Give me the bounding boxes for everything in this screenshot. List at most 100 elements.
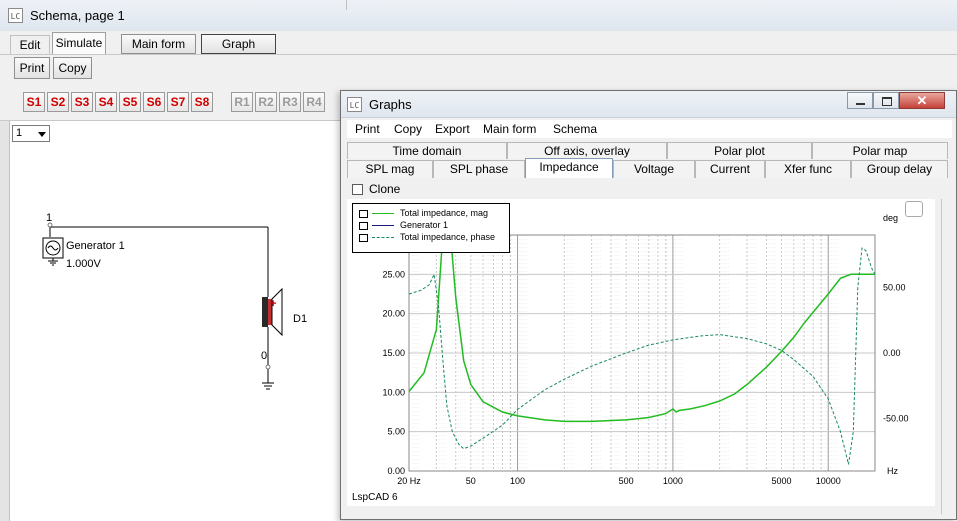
y2-tick-label: 50.00 (883, 282, 906, 292)
clone-checkbox[interactable] (352, 184, 363, 195)
menu-main-form[interactable]: Main form (483, 120, 536, 138)
y-tick-label: 10.00 (382, 387, 405, 397)
toolbar-divider (0, 54, 957, 55)
legend-label-mag: Total impedance, mag (400, 208, 489, 218)
tab-polar-map[interactable]: Polar map (812, 142, 948, 159)
tab-simulate-label: Simulate (55, 36, 103, 50)
r3-button[interactable]: R3 (279, 92, 301, 112)
chart-legend: Total impedance, mag Generator 1 Total i… (352, 203, 510, 253)
minimize-icon (856, 103, 865, 105)
graphs-window[interactable]: LC Graphs ✕ Print Copy Export Main form … (340, 90, 957, 520)
node-bottom-label: 0 (261, 350, 268, 362)
menu-export[interactable]: Export (435, 120, 470, 138)
graphs-title-bar[interactable]: LC Graphs ✕ (341, 91, 956, 118)
x-tick-label: 5000 (771, 476, 791, 486)
legend-label-phase: Total impedance, phase (400, 232, 496, 242)
series-impedance-mag (409, 234, 875, 423)
graphs-window-title: Graphs (369, 97, 412, 112)
tab-off-axis-overlay[interactable]: Off axis, overlay (507, 142, 667, 159)
driver-plus: + (270, 298, 277, 310)
legend-checkbox-phase[interactable] (359, 233, 368, 242)
driver-label: D1 (293, 313, 308, 325)
chevron-down-icon (38, 132, 46, 137)
x-tick-label: 10000 (816, 476, 841, 486)
main-form-button[interactable]: Main form (121, 34, 196, 54)
minimize-button[interactable] (847, 92, 873, 109)
y-tick-label: 15.00 (382, 348, 405, 358)
close-icon: ✕ (916, 93, 928, 108)
chart-panel[interactable]: 20 Hz 50 100 500 1000 5000 10000 Hz 0.00 5.00 10.0… (347, 199, 935, 506)
y-tick-label: 0.00 (387, 466, 405, 476)
legend-row-generator: Generator 1 (359, 220, 448, 230)
graph-button[interactable]: Graph (201, 34, 276, 54)
x-tick-label: 20 Hz (397, 476, 421, 486)
x-tick-label: 100 (510, 476, 525, 486)
y-tick-label: 5.00 (387, 427, 405, 437)
copy-button[interactable]: Copy (53, 57, 92, 79)
y-tick-label: 25.00 (382, 269, 405, 279)
s7-button[interactable]: S7 (167, 92, 189, 112)
tab-xfer-func[interactable]: Xfer func (765, 160, 851, 178)
legend-swatch-phase (372, 237, 394, 239)
generator-value: 1.000V (66, 258, 101, 270)
tab-edit-label: Edit (19, 38, 41, 52)
generator-name: Generator 1 (66, 240, 125, 252)
title-separator (346, 0, 347, 10)
menu-copy[interactable]: Copy (394, 120, 422, 138)
app-icon: LC (8, 8, 23, 23)
s6-button[interactable]: S6 (143, 92, 165, 112)
x-axis-unit: Hz (887, 466, 898, 476)
x-tick-label: 50 (466, 476, 476, 486)
maximize-button[interactable] (873, 92, 899, 109)
schema-window-title: Schema, page 1 (30, 8, 125, 23)
s5-button[interactable]: S5 (119, 92, 141, 112)
y2-tick-label: -50.00 (883, 414, 909, 424)
legend-row-phase: Total impedance, phase (359, 232, 495, 242)
legend-checkbox-generator[interactable] (359, 221, 368, 230)
r2-button[interactable]: R2 (255, 92, 277, 112)
r1-button[interactable]: R1 (231, 92, 253, 112)
tab-group-delay[interactable]: Group delay (851, 160, 948, 178)
graphs-menu-bar: Print Copy Export Main form Schema (347, 120, 952, 138)
page-select-value: 1 (16, 127, 23, 139)
clone-label: Clone (369, 182, 401, 196)
schema-title-bar[interactable]: LC Schema, page 1 (0, 0, 957, 32)
legend-label-generator: Generator 1 (400, 220, 449, 230)
x-tick-label: 1000 (663, 476, 683, 486)
graphs-app-icon: LC (347, 97, 362, 112)
y2-tick-label: 0.00 (883, 348, 901, 358)
graphs-right-edge (941, 199, 956, 514)
menu-print[interactable]: Print (355, 120, 380, 138)
tab-time-domain[interactable]: Time domain (347, 142, 507, 159)
tab-simulate[interactable]: Simulate (52, 32, 106, 54)
schematic-drawing (42, 222, 283, 390)
legend-swatch-mag (372, 213, 394, 215)
generator-symbol[interactable] (42, 237, 64, 266)
x-tick-label: 500 (619, 476, 634, 486)
restore-icon (882, 97, 892, 106)
s4-button[interactable]: S4 (95, 92, 117, 112)
s3-button[interactable]: S3 (71, 92, 93, 112)
s2-button[interactable]: S2 (47, 92, 69, 112)
menu-schema[interactable]: Schema (553, 120, 597, 138)
r4-button[interactable]: R4 (303, 92, 325, 112)
s1-button[interactable]: S1 (23, 92, 45, 112)
legend-checkbox-mag[interactable] (359, 209, 368, 218)
tab-voltage[interactable]: Voltage (613, 160, 695, 178)
tab-edit[interactable]: Edit (10, 35, 50, 54)
tab-impedance[interactable]: Impedance (525, 158, 613, 178)
chart-footer: LspCAD 6 (352, 492, 398, 503)
y2-axis-unit: deg (883, 213, 898, 223)
legend-swatch-generator (372, 225, 394, 227)
tab-spl-mag[interactable]: SPL mag (347, 160, 433, 178)
page-select[interactable]: 1 (12, 125, 50, 142)
tab-polar-plot[interactable]: Polar plot (667, 142, 812, 159)
s8-button[interactable]: S8 (191, 92, 213, 112)
legend-row-mag: Total impedance, mag (359, 208, 488, 218)
print-button[interactable]: Print (14, 57, 50, 79)
tab-spl-phase[interactable]: SPL phase (433, 160, 525, 178)
close-button[interactable]: ✕ (899, 92, 945, 109)
chart-option-box[interactable] (905, 201, 923, 217)
tab-current[interactable]: Current (695, 160, 765, 178)
y-tick-label: 20.00 (382, 309, 405, 319)
